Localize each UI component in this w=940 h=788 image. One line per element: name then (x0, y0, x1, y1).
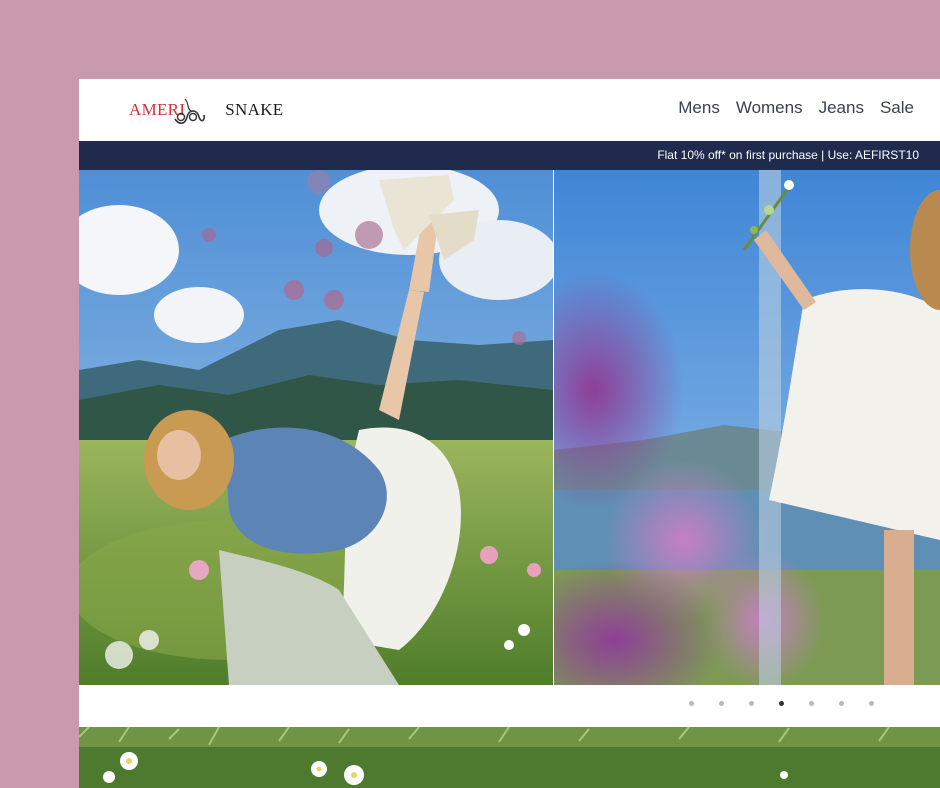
promo-text: Flat 10% off* on first purchase | Use: A… (657, 148, 919, 162)
site-header: AMERI SNAKE Mens Womens Jeans Sale (79, 79, 940, 141)
secondary-banner-image[interactable] (79, 727, 940, 788)
hero-carousel[interactable] (79, 170, 940, 685)
snake-logo-icon (174, 98, 205, 125)
hero-image-left[interactable] (79, 170, 553, 685)
carousel-dot-7[interactable] (869, 701, 874, 706)
hero-image-right[interactable] (554, 170, 940, 685)
nav-item-womens[interactable]: Womens (736, 98, 803, 118)
carousel-dot-1[interactable] (689, 701, 694, 706)
carousel-dot-5[interactable] (809, 701, 814, 706)
main-nav: Mens Womens Jeans Sale (678, 98, 914, 118)
nav-item-sale[interactable]: Sale (880, 98, 914, 118)
meadow-scene-illustration (79, 170, 553, 685)
carousel-dot-2[interactable] (719, 701, 724, 706)
brand-logo[interactable]: AMERI SNAKE (129, 93, 299, 127)
carousel-dot-6[interactable] (839, 701, 844, 706)
carousel-pagination (689, 701, 874, 706)
nav-item-jeans[interactable]: Jeans (819, 98, 864, 118)
promo-bar: Flat 10% off* on first purchase | Use: A… (79, 141, 940, 170)
logo-text-black: SNAKE (225, 100, 284, 119)
nav-item-mens[interactable]: Mens (678, 98, 720, 118)
grass-flowers-illustration (79, 727, 940, 788)
website-frame: AMERI SNAKE Mens Womens Jeans Sale Flat … (79, 79, 940, 788)
lake-scene-illustration (554, 170, 940, 685)
carousel-dot-4[interactable] (779, 701, 784, 706)
carousel-dot-3[interactable] (749, 701, 754, 706)
